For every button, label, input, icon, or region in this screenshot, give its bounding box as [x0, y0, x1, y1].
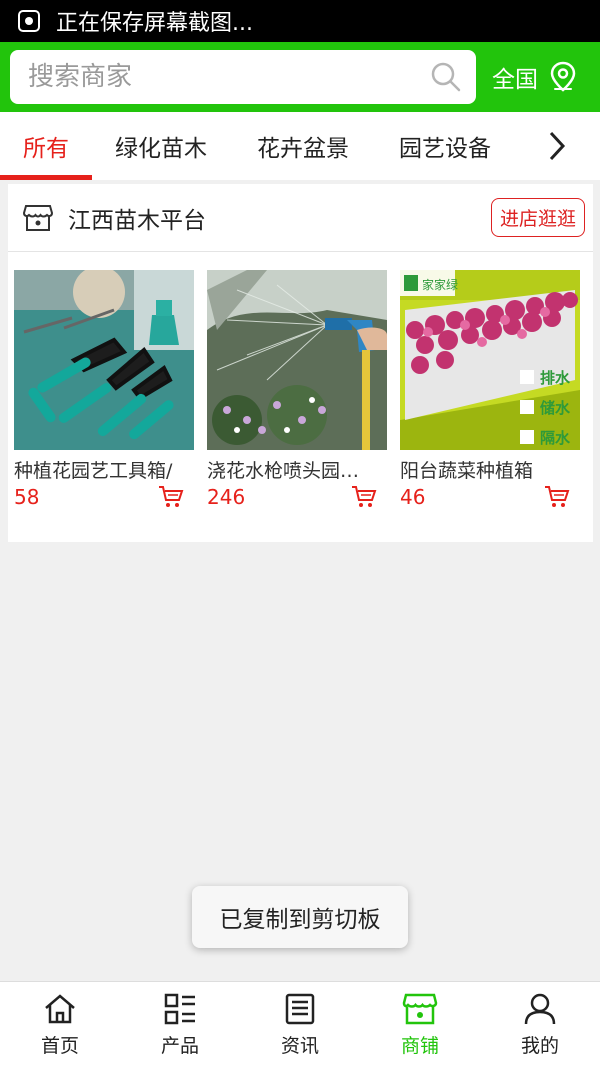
product-price: 246: [207, 485, 246, 509]
nav-products[interactable]: 产品: [120, 982, 240, 1067]
nav-profile[interactable]: 我的: [480, 982, 600, 1067]
product-image-hose-nozzle[interactable]: [207, 270, 387, 450]
tabs-more-button[interactable]: [514, 112, 600, 180]
toast-message: 已复制到剪切板: [192, 886, 408, 948]
nav-store[interactable]: 商铺: [360, 982, 480, 1067]
product-image-tools[interactable]: [14, 270, 194, 450]
nav-home[interactable]: 首页: [0, 982, 120, 1067]
home-icon: [45, 994, 75, 1024]
region-label: 全国: [492, 67, 538, 93]
product-image-planter-box[interactable]: 家家绿 排水 储水 隔水: [400, 270, 580, 450]
search-icon[interactable]: [428, 59, 464, 95]
product-item[interactable]: 浇花水枪喷头园… 246: [207, 270, 387, 509]
product-item[interactable]: 种植花园艺工具箱/ 58: [14, 270, 194, 509]
search-box[interactable]: [10, 50, 476, 104]
shop-icon: [22, 204, 54, 231]
nav-home-label: 首页: [40, 1035, 79, 1057]
nav-profile-label: 我的: [520, 1035, 559, 1057]
tag-drain: 排水: [540, 369, 571, 387]
store-name: 江西苗木平台: [68, 207, 206, 234]
nav-products-label: 产品: [160, 1035, 199, 1057]
top-bar: 全国: [0, 42, 600, 112]
category-tabs: 所有 绿化苗木 花卉盆景 园艺设备: [0, 112, 600, 180]
tag-store-water: 储水: [540, 399, 571, 417]
product-name: 种植花园艺工具箱/: [14, 460, 173, 482]
product-name: 浇花水枪喷头园…: [207, 460, 360, 482]
tab-all[interactable]: 所有: [0, 112, 92, 180]
visit-store-button[interactable]: 进店逛逛: [490, 198, 585, 237]
status-text: 正在保存屏幕截图...: [56, 11, 253, 36]
tab-garden-equipment[interactable]: 园艺设备: [376, 112, 514, 180]
nav-news-label: 资讯: [280, 1035, 319, 1057]
tab-greening-seedlings[interactable]: 绿化苗木: [92, 112, 230, 180]
status-bar: 正在保存屏幕截图...: [0, 0, 600, 42]
product-list: 种植花园艺工具箱/ 58 浇花水枪喷头园… 246 家家绿 排水 储水 隔水 阳…: [8, 252, 593, 509]
region-selector[interactable]: 全国: [492, 60, 580, 94]
list-icon: [164, 993, 195, 1025]
chevron-right-icon: [549, 131, 566, 161]
news-icon: [285, 993, 315, 1025]
store-icon: [402, 993, 438, 1025]
search-input[interactable]: [28, 62, 428, 92]
nav-store-label: 商铺: [400, 1035, 439, 1057]
location-icon: [550, 61, 576, 92]
brand-label: 家家绿: [422, 277, 458, 292]
product-item[interactable]: 家家绿 排水 储水 隔水 阳台蔬菜种植箱 46: [400, 270, 580, 509]
cart-icon[interactable]: [158, 485, 184, 509]
store-header: 江西苗木平台 进店逛逛: [8, 184, 593, 252]
product-name: 阳台蔬菜种植箱: [400, 460, 534, 482]
cart-icon[interactable]: [351, 485, 377, 509]
cart-icon[interactable]: [544, 485, 570, 509]
tag-water-barrier: 隔水: [540, 429, 571, 447]
screenshot-icon: [18, 10, 40, 32]
nav-news[interactable]: 资讯: [240, 982, 360, 1067]
product-price: 58: [14, 485, 40, 509]
product-price: 46: [400, 485, 426, 509]
store-card: 江西苗木平台 进店逛逛 种植花园艺工具箱/ 58 浇花水枪喷头园… 246 家家…: [8, 184, 593, 542]
bottom-nav: 首页 产品 资讯 商铺 我的: [0, 981, 600, 1067]
tab-flowers-bonsai[interactable]: 花卉盆景: [230, 112, 376, 180]
user-icon: [524, 993, 556, 1025]
